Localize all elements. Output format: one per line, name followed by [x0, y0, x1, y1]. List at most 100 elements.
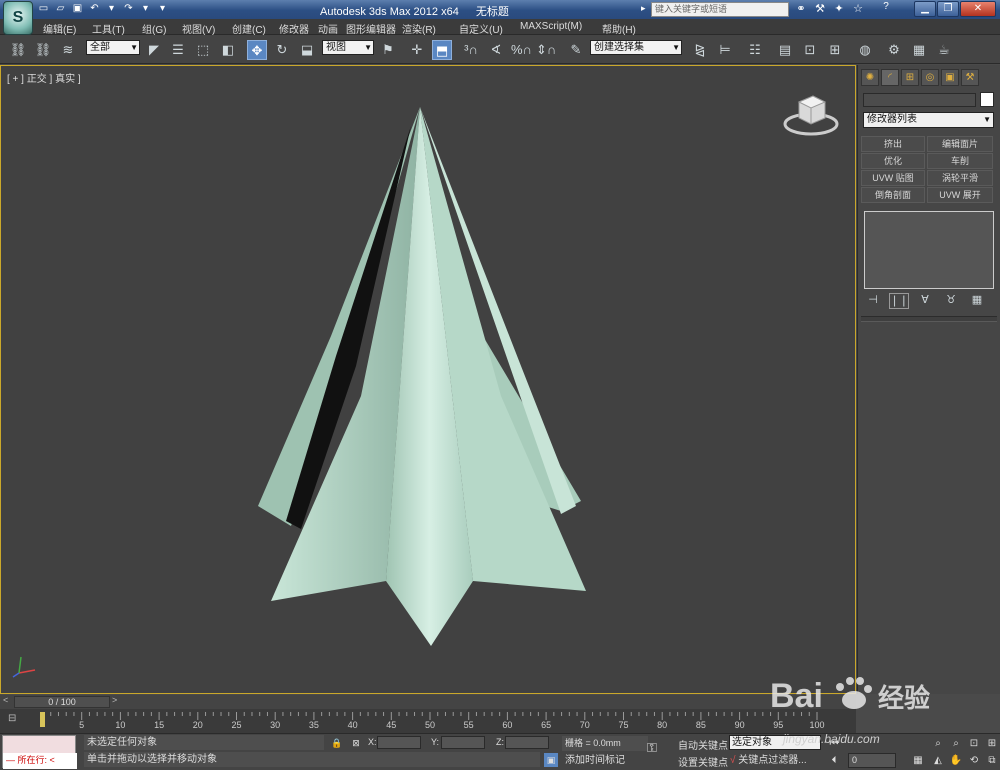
menu-customize[interactable]: 自定义(U)	[459, 21, 503, 36]
field-of-view-icon[interactable]: ◭	[930, 754, 946, 768]
modifier-extrude-button[interactable]: 挤出	[861, 136, 925, 152]
track-frame-cursor[interactable]	[40, 712, 45, 727]
configure-sets-icon[interactable]: ▦	[967, 293, 987, 309]
close-icon[interactable]: ✕	[960, 1, 996, 17]
modifier-lathe-button[interactable]: 车削	[927, 153, 993, 169]
open-file-icon[interactable]: ▱	[53, 1, 68, 16]
star-cone-model[interactable]	[1, 66, 857, 695]
curve-editor-icon[interactable]: ⊡	[800, 40, 820, 60]
customize-qat-icon[interactable]: ▾	[155, 1, 170, 16]
app-logo-icon[interactable]: S	[3, 1, 33, 35]
menu-maxscript[interactable]: MAXScript(M)	[520, 21, 582, 32]
favorites-star-icon[interactable]: ☆	[850, 1, 866, 17]
modifier-list-dropdown[interactable]: 修改器列表 ▼	[863, 112, 994, 128]
search-expand-icon[interactable]: ▸	[641, 3, 646, 14]
menu-group[interactable]: 组(G)	[142, 21, 166, 36]
modify-tab-icon[interactable]: ◜	[881, 69, 899, 86]
x-coord-field[interactable]	[377, 736, 421, 749]
display-tab-icon[interactable]: ▣	[941, 69, 959, 86]
pivot-center-icon[interactable]: ⚑	[378, 40, 398, 60]
zoom-all-icon[interactable]: ⌕	[948, 737, 964, 751]
modifier-uvw-map-button[interactable]: UVW 贴图	[861, 170, 925, 186]
modifier-unwrap-uvw-button[interactable]: UVW 展开	[927, 187, 993, 203]
menu-rendering[interactable]: 渲染(R)	[402, 21, 436, 36]
rendered-frame-icon[interactable]: ▦	[909, 40, 929, 60]
absolute-mode-icon[interactable]: ⊠	[349, 736, 363, 750]
object-name-field[interactable]	[863, 93, 976, 107]
angle-snap-icon[interactable]: ∢	[486, 40, 506, 60]
time-tag-icon[interactable]: ▣	[544, 753, 558, 767]
mirror-icon[interactable]: ⧎	[690, 40, 710, 60]
binoculars-icon[interactable]: ⚭	[793, 1, 809, 17]
menu-tools[interactable]: 工具(T)	[92, 21, 125, 36]
perspective-viewport[interactable]: [ + ] 正交 ] 真实 ]	[0, 65, 856, 694]
menu-help[interactable]: 帮助(H)	[602, 21, 636, 36]
render-teapot-icon[interactable]: ☕	[934, 40, 954, 60]
pan-hand-icon[interactable]: ✋	[948, 754, 964, 768]
rollout-divider[interactable]	[861, 316, 997, 322]
menu-animation[interactable]: 动画	[318, 21, 338, 36]
maxscript-listener[interactable]: — 所在行: <	[2, 735, 77, 769]
unlink-icon[interactable]: ⛓	[33, 40, 53, 60]
current-frame-field[interactable]: 0	[848, 753, 896, 768]
select-object-icon[interactable]: ◤	[144, 40, 164, 60]
viewport-label[interactable]: [ + ] 正交 ] 真实 ]	[7, 70, 81, 85]
menu-modifiers[interactable]: 修改器	[279, 21, 309, 36]
undo-dropdown-icon[interactable]: ▾	[104, 1, 119, 16]
show-end-result-icon[interactable]: ❘❘	[889, 293, 909, 309]
menu-edit[interactable]: 编辑(E)	[43, 21, 76, 36]
modifier-turbosmooth-button[interactable]: 涡轮平滑	[927, 170, 993, 186]
snaps-toggle-icon[interactable]: ³∩	[461, 40, 481, 60]
redo-dropdown-icon[interactable]: ▾	[138, 1, 153, 16]
remove-modifier-icon[interactable]: ♉	[941, 293, 961, 309]
percent-snap-icon[interactable]: %∩	[511, 40, 532, 60]
help-search-input[interactable]: 键入关键字或短语	[651, 2, 789, 17]
z-coord-field[interactable]	[505, 736, 549, 749]
set-key-button[interactable]: 设置关键点	[678, 754, 728, 769]
zoom-icon[interactable]: ⌕	[930, 737, 946, 751]
save-file-icon[interactable]: ▣	[70, 1, 85, 16]
orbit-icon[interactable]: ⟲	[966, 754, 982, 768]
modifier-stack-view[interactable]	[864, 211, 994, 289]
set-key-icon[interactable]: ⚿	[647, 740, 671, 758]
modifier-optimize-button[interactable]: 优化	[861, 153, 925, 169]
track-bar[interactable]: ⊟ 5 10 15 20 25 30 35 40 45 50 55 60 65 70 75 80 85 90 95 1…	[0, 709, 856, 733]
create-tab-icon[interactable]: ✺	[861, 69, 879, 86]
help-button[interactable]: ?	[875, 1, 897, 17]
add-time-tag-button[interactable]: 添加时间标记	[562, 753, 648, 768]
prev-frame-icon[interactable]: ⏴	[826, 754, 842, 768]
time-prev-arrow-icon[interactable]: <	[3, 695, 14, 708]
time-next-arrow-icon[interactable]: >	[112, 695, 123, 705]
lock-selection-icon[interactable]: 🔒	[330, 736, 344, 750]
selection-filter-dropdown[interactable]: 全部 ▼	[86, 40, 140, 55]
minimize-icon[interactable]: ▁	[914, 1, 936, 17]
key-filters-button[interactable]: √ 关键点过滤器...	[730, 753, 822, 768]
align-icon[interactable]: ⊨	[715, 40, 735, 60]
viewcube-icon[interactable]	[783, 88, 839, 138]
select-manipulate-icon[interactable]: ✛	[407, 40, 427, 60]
pin-stack-icon[interactable]: ⊣	[863, 293, 883, 309]
render-setup-icon[interactable]: ⚙	[884, 40, 904, 60]
keyboard-shortcut-override-icon[interactable]: ⬒	[432, 40, 452, 60]
communication-icon[interactable]: ✦	[831, 1, 847, 17]
restore-icon[interactable]: ❐	[937, 1, 959, 17]
link-icon[interactable]: ⛓	[8, 40, 28, 60]
select-by-name-icon[interactable]: ☰	[168, 40, 188, 60]
hierarchy-tab-icon[interactable]: ⊞	[901, 69, 919, 86]
auto-key-button[interactable]: 自动关键点	[678, 737, 728, 752]
layer-manager-icon[interactable]: ☷	[745, 40, 765, 60]
named-selection-dropdown[interactable]: 创建选择集 ▼	[590, 40, 682, 55]
maximize-viewport-icon[interactable]: ⧉	[984, 754, 1000, 768]
reference-coord-dropdown[interactable]: 视图 ▼	[322, 40, 374, 55]
select-rotate-icon[interactable]: ↻	[272, 40, 292, 60]
y-coord-field[interactable]	[441, 736, 485, 749]
material-editor-icon[interactable]: ◍	[855, 40, 875, 60]
spinner-snap-icon[interactable]: ⇕∩	[536, 40, 556, 60]
utilities-tab-icon[interactable]: ⚒	[961, 69, 979, 86]
bind-space-warp-icon[interactable]: ≋	[58, 40, 78, 60]
object-color-swatch[interactable]	[980, 92, 994, 107]
edit-named-selection-icon[interactable]: ✎	[566, 40, 586, 60]
menu-create[interactable]: 创建(C)	[232, 21, 266, 36]
select-move-icon[interactable]: ✥	[247, 40, 267, 60]
modifier-edit-patch-button[interactable]: 编辑面片	[927, 136, 993, 152]
